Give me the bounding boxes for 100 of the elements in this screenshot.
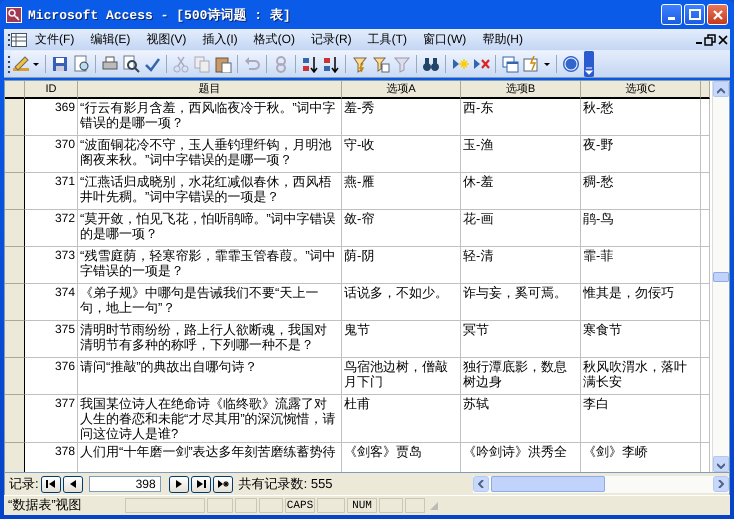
previous-record-button[interactable] [62,476,83,493]
table-cell: 休-羞 [461,173,581,210]
menu-item[interactable]: 窗口(W) [414,29,474,50]
first-record-icon [44,479,57,490]
row-selector-header [5,81,25,100]
table-cell [701,321,710,358]
status-panel [259,498,283,513]
caret-right-icon [718,480,724,488]
scroll-right-button[interactable] [713,476,729,492]
column-header[interactable]: 选项B [461,81,581,100]
menu-item[interactable]: 插入(I) [194,29,246,50]
record-number-field[interactable]: 398 [88,476,161,492]
scroll-thumb[interactable] [491,476,605,492]
record-selector[interactable] [5,210,25,248]
table-cell: 373 [25,247,78,284]
column-header[interactable]: 选项C [581,81,701,100]
record-selector[interactable] [5,136,25,174]
scroll-down-button[interactable] [713,456,729,472]
table-cell: 轻-清 [461,247,581,284]
table-cell [701,173,710,210]
new-record-icon [216,479,229,490]
filter-selection-icon[interactable] [351,54,369,73]
record-selector[interactable] [5,443,25,472]
grip-icon [8,54,11,73]
scroll-thumb[interactable] [713,272,729,282]
save-icon[interactable] [51,54,69,73]
app-key-icon [6,6,22,22]
restore-icon[interactable] [704,34,716,46]
record-selector[interactable] [5,358,25,396]
table-cell: 玉-渔 [461,136,581,174]
record-selector[interactable] [5,284,25,322]
table-cell: 374 [25,284,78,322]
table-cell: 话说多，不如少。 [342,284,461,322]
table-cell: “江燕话归成晓别，水花红减似春休，西风梧井叶先稠。”词中字错误的一项是？ [78,173,342,210]
toolbar-options-icon[interactable] [584,50,594,77]
database-window-icon[interactable] [501,54,519,73]
print-preview-icon[interactable] [122,54,140,73]
sort-ascending-icon[interactable] [301,54,319,73]
table-cell: 花-画 [461,210,581,248]
column-header[interactable]: 选项A [342,81,461,100]
scroll-up-button[interactable] [713,81,729,98]
table-cell: 冥节 [461,321,581,358]
table-cell: 秋-愁 [581,99,701,136]
close-button[interactable] [707,4,728,25]
table-cell: 369 [25,99,78,136]
table-cell: 371 [25,173,78,210]
last-record-button[interactable] [190,476,211,493]
table-cell: 诈与妄，奚可焉。 [461,284,581,322]
status-indicator: NUM [347,498,377,513]
maximize-button[interactable] [684,4,705,25]
new-object-icon[interactable] [522,54,540,73]
status-panel [379,498,403,513]
record-selector[interactable] [5,321,25,358]
table-cell: 377 [25,395,78,444]
view-status: “数据表”视图 [8,496,83,514]
filter-form-icon[interactable] [372,54,390,73]
table-cell: 鸟宿池边树，僧敲月下门 [342,358,461,396]
table-cell: 荫-阴 [342,247,461,284]
menu-item[interactable]: 格式(O) [246,29,303,50]
record-selector[interactable] [5,247,25,284]
table-cell: “行云有影月含羞，西风临夜冷于秋。”词中字错误的是哪一项？ [78,99,342,136]
scroll-left-button[interactable] [473,476,489,492]
table-cell [701,210,710,248]
table-cell: 寒食节 [581,321,701,358]
window-title: Microsoft Access - [500诗词题 : 表] [28,6,292,24]
table-cell: 370 [25,136,78,174]
table-cell: 苏轼 [461,395,581,444]
menu-item[interactable]: 帮助(H) [474,29,531,50]
record-label: 记录: [9,475,39,494]
column-header[interactable] [701,81,710,100]
close-icon [712,10,722,20]
paste-icon[interactable] [214,54,232,73]
column-header[interactable]: 题目 [78,81,342,100]
minimize-button[interactable] [661,4,682,25]
table-cell: 独行潭底影，数息树边身 [461,358,581,396]
next-record-button[interactable] [168,476,189,493]
column-header[interactable]: ID [25,81,78,100]
table-cell [701,247,710,284]
caret-left-icon [478,480,484,488]
page-preview-icon[interactable] [72,54,90,73]
grip-icon [8,32,11,47]
table-cell: 西-东 [461,99,581,136]
record-selector[interactable] [5,395,25,444]
new-record-button[interactable] [212,476,233,493]
pencil-ruler-icon[interactable] [11,54,29,73]
first-record-button[interactable] [40,476,61,493]
table-cell: 请问“推敲”的典故出自哪句诗？ [78,358,342,396]
table-cell: “莫开敛，怕见飞花，怕听鹃啼。”词中字错误的是哪一项？ [78,210,342,248]
menu-item[interactable]: 编辑(E) [82,29,138,50]
close-icon[interactable] [716,34,730,46]
table-cell: 375 [25,321,78,358]
record-selector[interactable] [5,173,25,210]
table-cell: 燕-雁 [342,173,461,210]
sort-descending-icon[interactable] [322,54,340,73]
menu-item[interactable]: 视图(V) [138,29,194,50]
menu-item[interactable]: 记录(R) [302,29,360,50]
table-cell: 我国某位诗人在绝命诗《临终歌》流露了对人生的眷恋和未能“才尽其用”的深沉惋惜，请问这位诗人是谁? [78,395,342,444]
menu-item[interactable]: 文件(F) [27,29,82,50]
record-selector[interactable] [5,99,25,136]
menu-item[interactable]: 工具(T) [360,29,415,50]
